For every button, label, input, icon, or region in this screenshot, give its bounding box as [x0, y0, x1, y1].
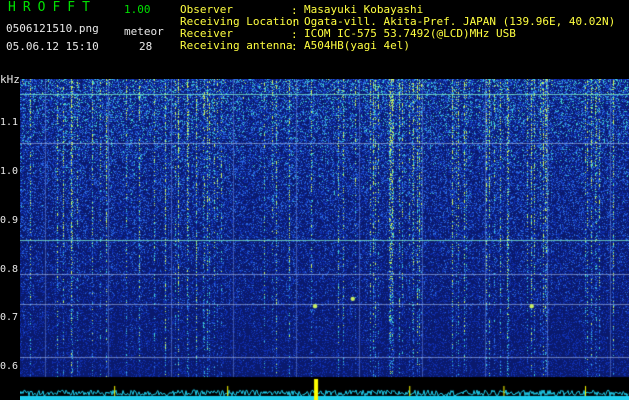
- y-axis-unit: kHz: [0, 73, 20, 86]
- app-version: 1.00: [124, 3, 151, 16]
- y-tick-label: 0.7: [0, 312, 19, 324]
- spectrogram-plot[interactable]: [20, 79, 629, 400]
- y-tick-label: 0.8: [0, 263, 19, 275]
- date-time: 05.06.12 15:10: [6, 40, 99, 53]
- y-tick-label: 0.9: [0, 214, 19, 226]
- antenna-label: Receiving antenna: [180, 39, 293, 52]
- file-name: 0506121510.png: [6, 22, 99, 35]
- y-tick-label: 0.6: [0, 361, 19, 373]
- app-title: HROFFT: [8, 0, 97, 15]
- y-tick-label: 1.1: [0, 116, 19, 128]
- meteor-count: 28: [139, 40, 153, 53]
- y-tick-label: 1.0: [0, 165, 19, 177]
- antenna-value: A504HB(yagi 4el): [304, 39, 410, 52]
- spectrogram-canvas[interactable]: [20, 79, 629, 400]
- meteor-label: meteor: [124, 25, 164, 38]
- info-separator: :: [291, 40, 298, 53]
